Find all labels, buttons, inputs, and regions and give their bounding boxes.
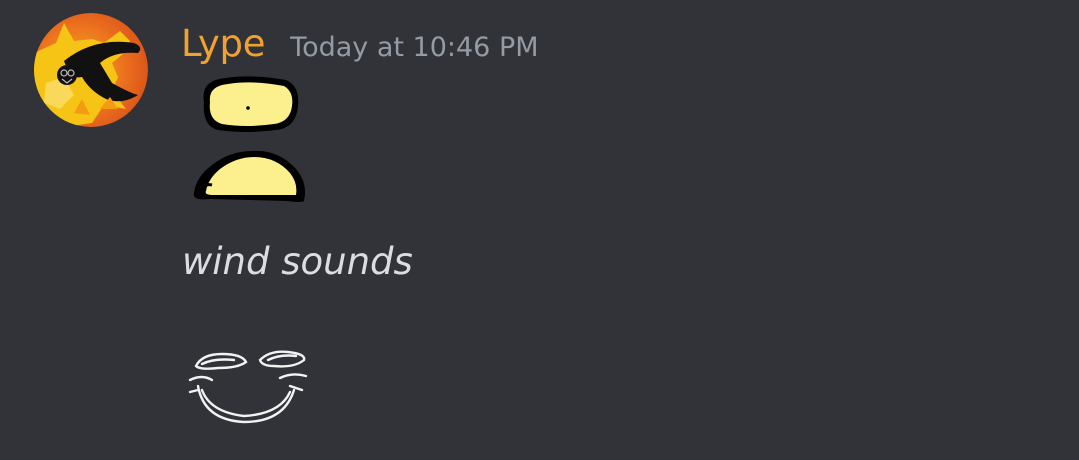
yellow-eye-drawing-icon: [196, 72, 304, 140]
fox-avatar-icon: [34, 13, 148, 127]
yellow-mouth-drawing-icon: [190, 147, 310, 211]
user-avatar[interactable]: [34, 13, 148, 127]
message-header: Lype Today at 10:46 PM: [181, 22, 539, 65]
username[interactable]: Lype: [181, 22, 265, 65]
chat-message: Lype Today at 10:46 PM wind sounds: [0, 0, 1079, 460]
message-text: wind sounds: [182, 240, 413, 283]
smile-face-doodle-icon: [184, 346, 314, 434]
timestamp: Today at 10:46 PM: [290, 32, 539, 63]
